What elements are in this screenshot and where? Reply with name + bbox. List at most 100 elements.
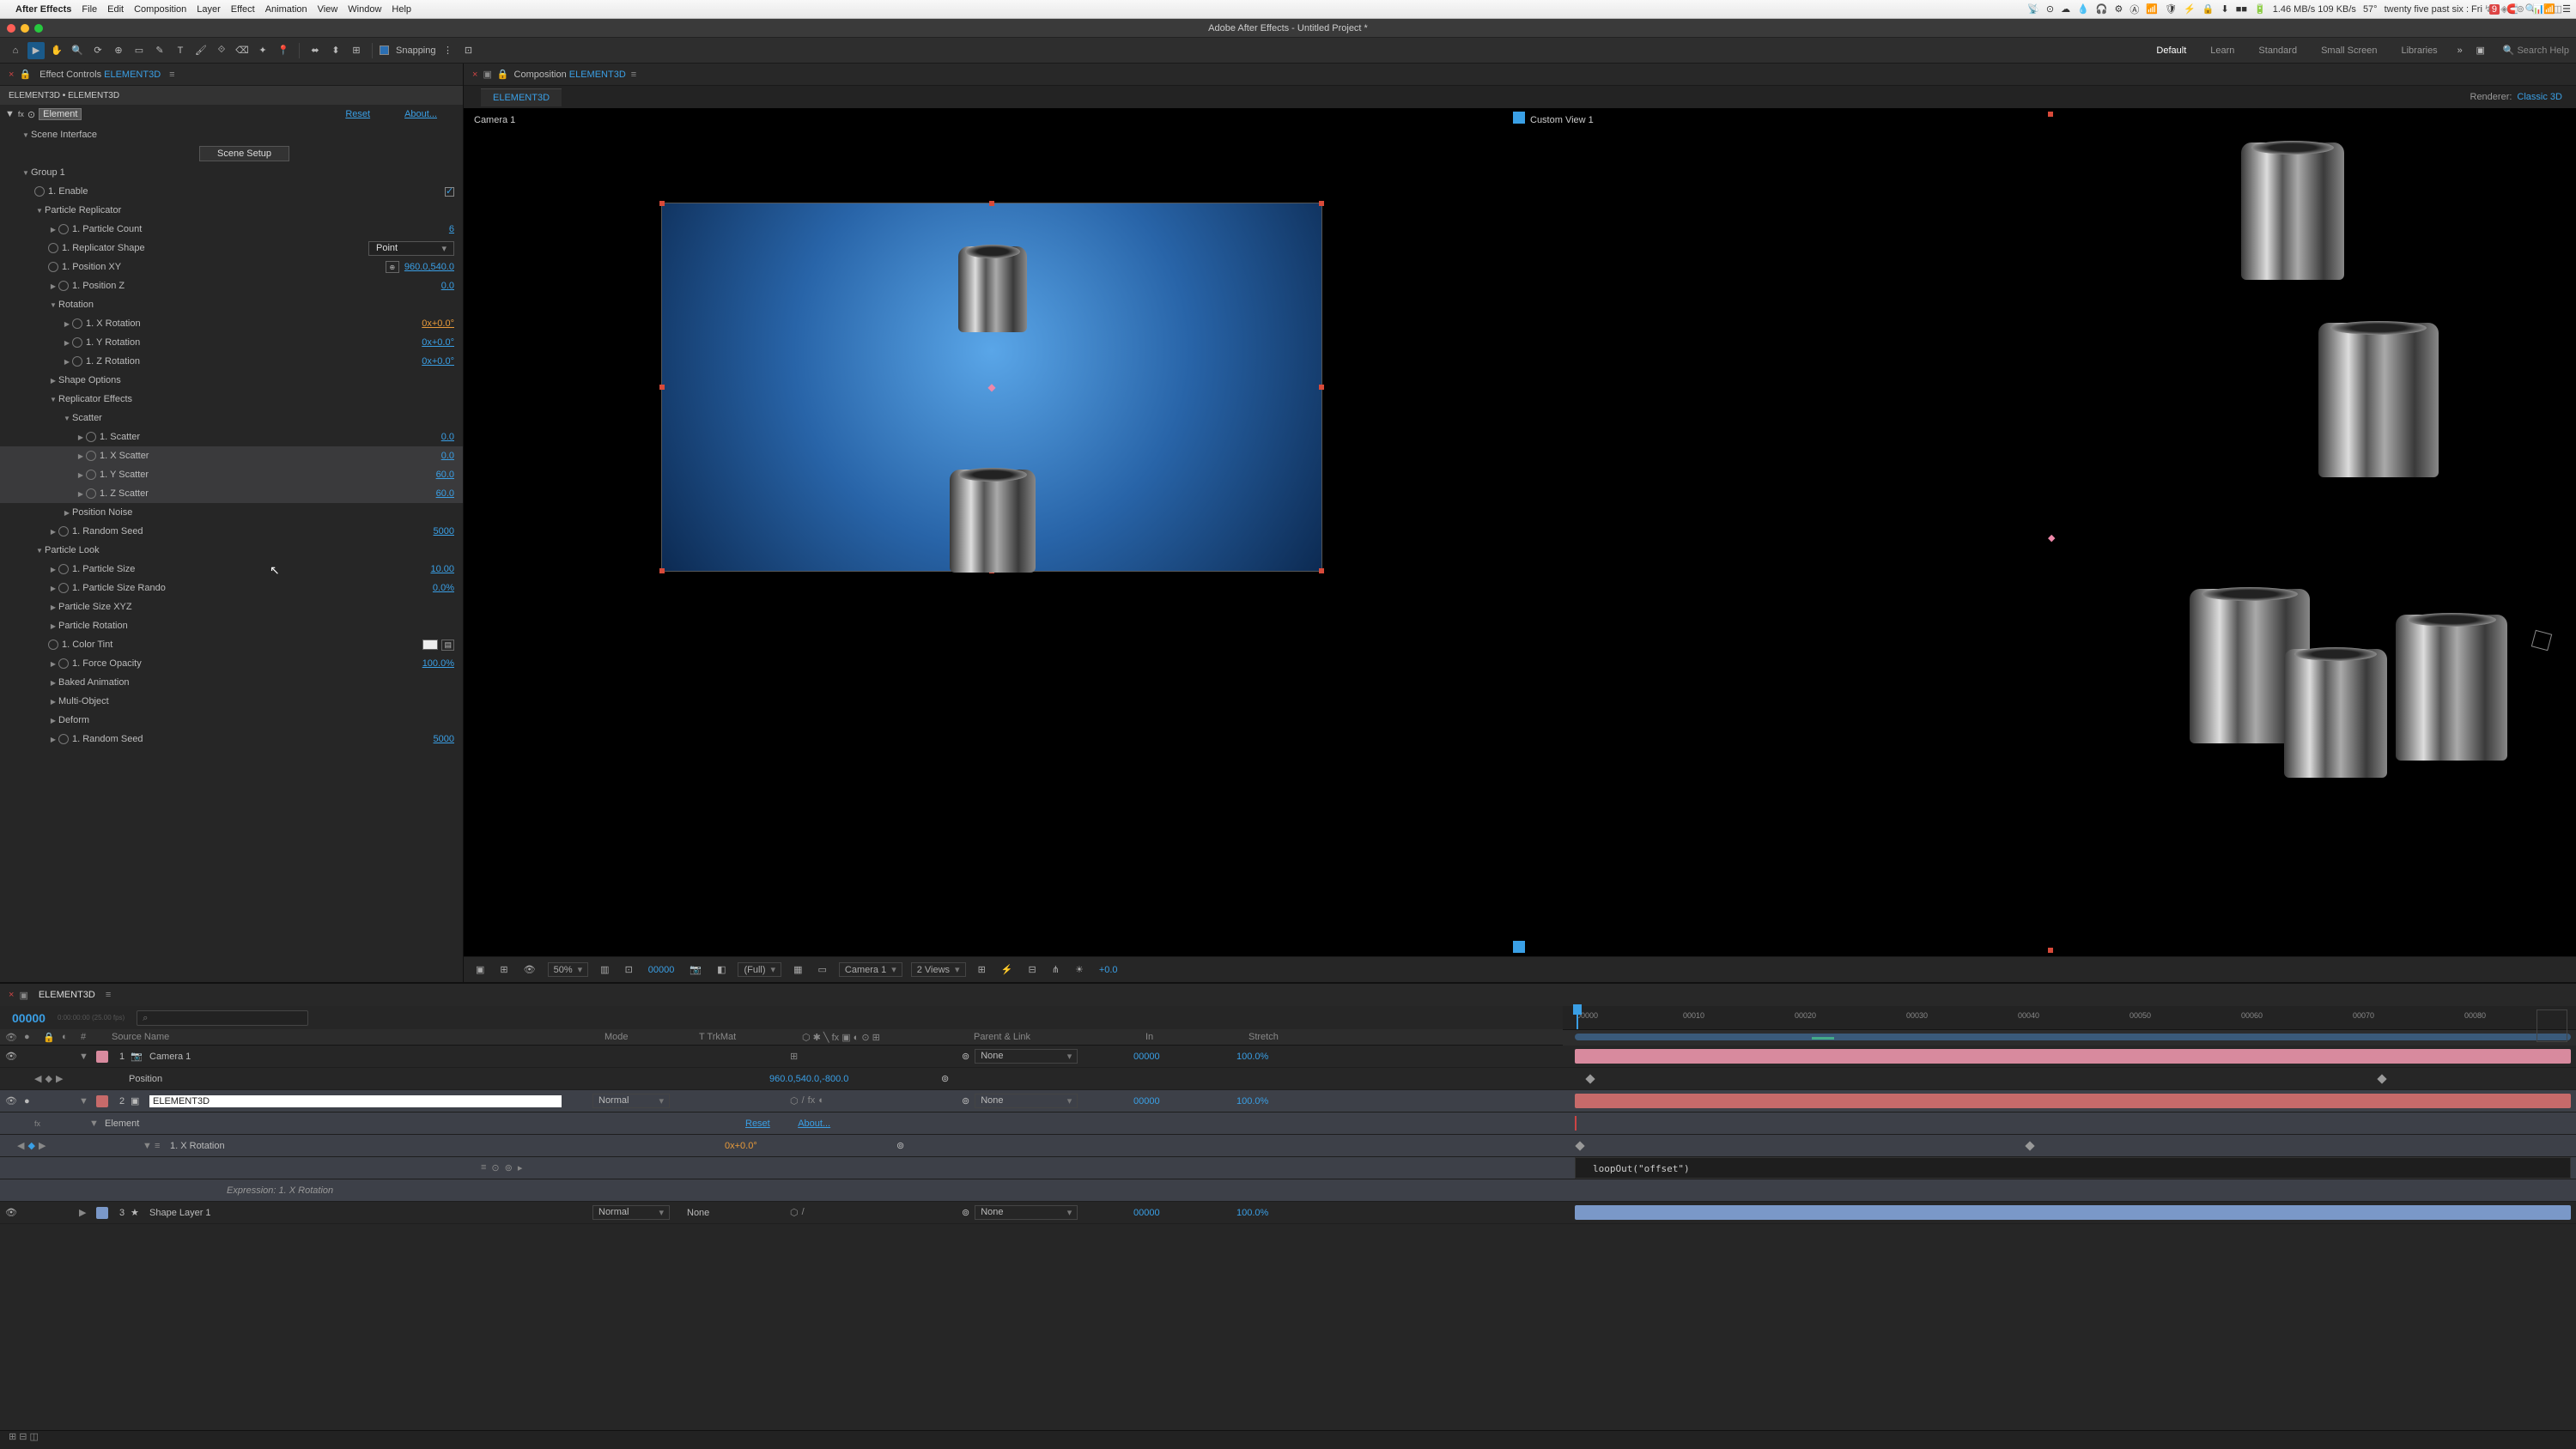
stopwatch-icon[interactable] (58, 564, 69, 574)
menu-layer[interactable]: Layer (197, 4, 221, 15)
info-mini-panel[interactable] (2537, 1009, 2567, 1042)
bounds-handle-icon[interactable] (2048, 112, 2053, 117)
eraser-tool-icon[interactable]: ⌫ (234, 42, 251, 59)
layer-name-edit[interactable] (146, 1095, 592, 1107)
keyframe-icon[interactable] (2025, 1141, 2034, 1150)
prop-replicator-effects[interactable]: ▼Replicator Effects (0, 390, 463, 409)
solo-toggle-icon[interactable]: ● (24, 1096, 43, 1106)
twisty-icon[interactable]: ▼ (89, 1119, 101, 1129)
expression-language-icon[interactable]: ▸ (518, 1162, 523, 1173)
replicator-shape-dropdown[interactable]: Point (368, 241, 454, 256)
timeline-icon[interactable]: ⊟ (1025, 964, 1040, 975)
home-icon[interactable]: ⌂ (7, 42, 24, 59)
rect-tool-icon[interactable]: ▭ (131, 42, 148, 59)
playhead[interactable] (1577, 1006, 1578, 1029)
camera-gizmo-icon[interactable] (2531, 630, 2552, 651)
handle-icon[interactable] (1319, 568, 1324, 573)
pickwhip-icon[interactable]: ⊚ (962, 1095, 969, 1106)
composition-tab[interactable]: Composition ELEMENT3D (514, 70, 626, 80)
pickwhip-icon[interactable]: ⊚ (962, 1207, 969, 1218)
stopwatch-icon[interactable] (86, 470, 96, 480)
stopwatch-icon[interactable] (48, 262, 58, 272)
stopwatch-icon[interactable] (86, 488, 96, 499)
prop-element-effect[interactable]: fx ▼ Element Reset About... (0, 1113, 2576, 1135)
stopwatch-icon[interactable] (72, 337, 82, 348)
type-tool-icon[interactable]: T (172, 42, 189, 59)
keyframe-icon[interactable] (2377, 1074, 2386, 1083)
zoom-tool-icon[interactable]: 🔍 (69, 42, 86, 59)
composition-canvas[interactable]: ◆ (661, 203, 1322, 572)
expression-enable-icon[interactable]: ≡ (481, 1162, 486, 1173)
fast-preview-icon[interactable]: ⚡ (998, 964, 1017, 975)
channel-toggle-icon[interactable]: ⊞ (496, 964, 511, 975)
anchor-point-icon[interactable]: ◆ (2048, 532, 2055, 543)
prop-scene-interface[interactable]: ▼Scene Interface (0, 125, 463, 144)
prop-random-seed[interactable]: ▶1. Random Seed5000 (0, 522, 463, 541)
reset-link[interactable]: Reset (345, 109, 370, 119)
prop-scatter-group[interactable]: ▼Scatter (0, 409, 463, 427)
exposure-value[interactable]: +0.0 (1096, 965, 1121, 975)
mask-toggle-icon[interactable]: 👁 (520, 964, 539, 975)
close-icon[interactable]: × (472, 70, 477, 80)
blend-mode-dropdown[interactable]: Normal (592, 1205, 670, 1220)
anchor-point-icon[interactable]: ◆ (987, 381, 995, 393)
prop-position-xy[interactable]: 1. Position XY⊕960.0,540.0 (0, 258, 463, 276)
stopwatch-icon[interactable] (86, 432, 96, 442)
lock-icon[interactable]: 🔒 (19, 69, 31, 80)
prop-z-scatter[interactable]: ▶1. Z Scatter60.0 (0, 484, 463, 503)
prop-deform[interactable]: ▶Deform (0, 711, 463, 730)
orbit-tool-icon[interactable]: ⟳ (89, 42, 106, 59)
viewport-camera-1[interactable]: Camera 1 ◆ (464, 108, 1520, 956)
alpha-toggle-icon[interactable]: ▣ (472, 964, 488, 975)
axis-local-icon[interactable]: ⬌ (307, 42, 324, 59)
parent-dropdown[interactable]: None (975, 1205, 1078, 1220)
pen-tool-icon[interactable]: ✎ (151, 42, 168, 59)
snap-toggle-icon[interactable]: ⊡ (460, 42, 477, 59)
hand-tool-icon[interactable]: ✋ (48, 42, 65, 59)
prop-rotation-group[interactable]: ▼Rotation (0, 295, 463, 314)
handle-icon[interactable] (1319, 201, 1324, 206)
kf-nav-next-icon[interactable]: ▶ (56, 1073, 63, 1084)
workspace-learn[interactable]: Learn (2200, 45, 2245, 56)
menu-effect[interactable]: Effect (231, 4, 255, 15)
workspace-libraries[interactable]: Libraries (2391, 45, 2448, 56)
collapse-icon[interactable]: ⬡ (790, 1207, 799, 1218)
stopwatch-icon[interactable] (58, 734, 69, 744)
timeline-tab[interactable]: ELEMENT3D (33, 990, 100, 1000)
aspect-toggle-icon[interactable]: ▭ (814, 964, 829, 975)
effect-header-row[interactable]: ▼ fx ⊙ Element Reset About... (0, 105, 463, 124)
expression-enable-icon[interactable]: ≡ (155, 1141, 167, 1151)
twisty-icon[interactable]: ▼ (5, 109, 15, 119)
about-link[interactable]: About... (798, 1119, 830, 1129)
kf-nav-prev-icon[interactable]: ◀ (34, 1073, 41, 1084)
workspace-overflow-icon[interactable]: » (2451, 42, 2469, 59)
twisty-icon[interactable]: ▼ (79, 1096, 91, 1106)
prop-x-scatter[interactable]: ▶1. X Scatter0.0 (0, 446, 463, 465)
handle-icon[interactable] (1319, 385, 1324, 390)
panel-menu-icon[interactable]: ≡ (631, 70, 636, 80)
layer-bar[interactable] (1575, 1049, 2571, 1064)
kf-nav-prev-icon[interactable]: ◀ (17, 1140, 24, 1151)
prop-random-seed-2[interactable]: ▶1. Random Seed5000 (0, 730, 463, 749)
3d-layer-icon[interactable]: ⊞ (790, 1051, 798, 1062)
prop-scatter[interactable]: ▶1. Scatter0.0 (0, 427, 463, 446)
blend-mode-dropdown[interactable]: Normal (592, 1094, 670, 1108)
expression-controls-row[interactable]: ≡ ⊙ ⊚ ▸ loopOut("offset") (0, 1157, 2576, 1179)
brightness-icon[interactable]: ☀ (1072, 964, 1087, 975)
track-matte-dropdown[interactable]: None (687, 1208, 709, 1218)
axis-view-icon[interactable]: ⊞ (348, 42, 365, 59)
time-ruler[interactable]: 00000 00010 00020 00030 00040 00050 0006… (1563, 1006, 2576, 1030)
pickwhip-icon[interactable]: ⊚ (896, 1140, 904, 1151)
effect-name[interactable]: Element (39, 108, 82, 120)
frame-blend-toggle-icon[interactable]: ◈ (2500, 3, 2507, 15)
label-color[interactable] (96, 1095, 108, 1107)
viewer-subtab[interactable]: ELEMENT3D (481, 88, 562, 106)
prop-particle-size[interactable]: ▶1. Particle Size10.00 (0, 560, 463, 579)
menu-help[interactable]: Help (392, 4, 411, 15)
visibility-toggle-icon[interactable]: 👁 (5, 1051, 24, 1062)
prop-position-noise[interactable]: ▶Position Noise (0, 503, 463, 522)
prop-group-1[interactable]: ▼Group 1 (0, 163, 463, 182)
stopwatch-icon[interactable] (86, 451, 96, 461)
renderer-info[interactable]: Renderer: Classic 3D (2470, 92, 2563, 102)
keyframe-icon[interactable] (1575, 1141, 1584, 1150)
